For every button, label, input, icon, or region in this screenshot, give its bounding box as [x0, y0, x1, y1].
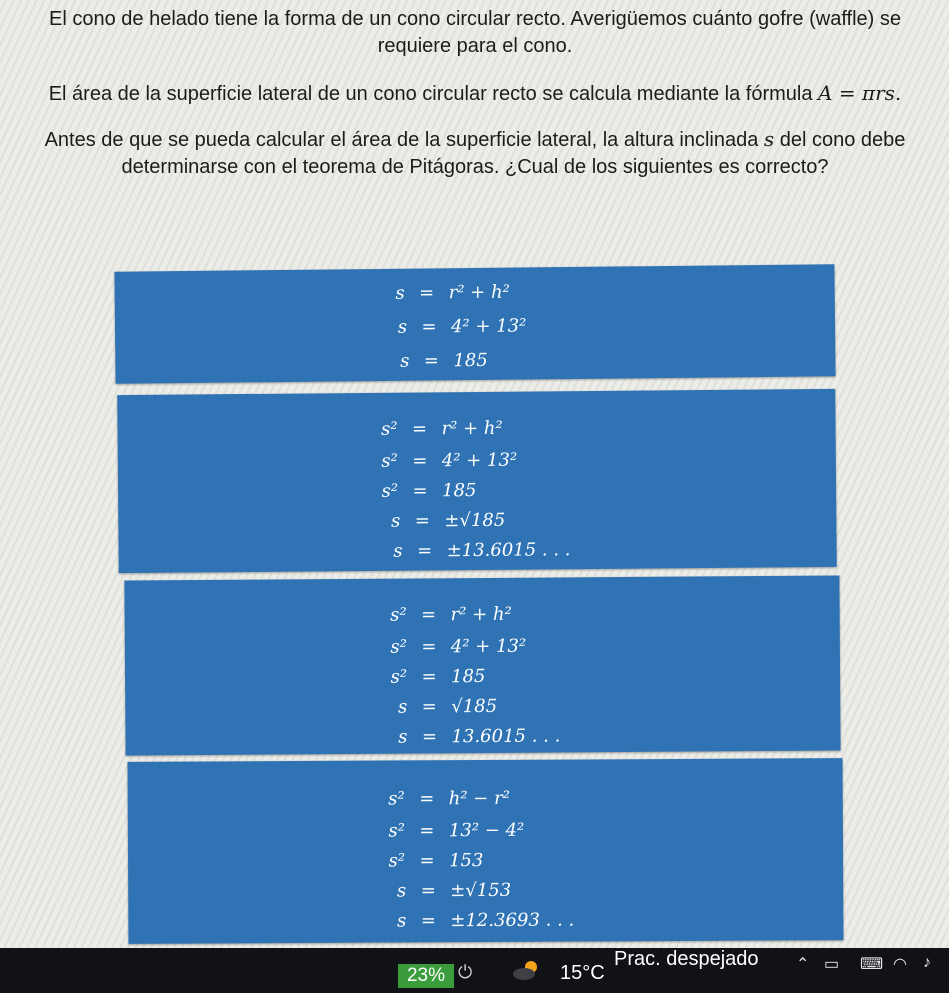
eq-rhs: ±√153	[450, 879, 512, 902]
eq-rhs: ±√185	[444, 509, 506, 532]
question-paragraph-2: El área de la superficie lateral de un c…	[20, 80, 930, 108]
eq-sign: =	[421, 666, 437, 688]
monitor-icon[interactable]: ▭	[824, 954, 839, 974]
equation-line: s² = r² + h²	[355, 417, 503, 440]
eq-lhs: s	[396, 880, 407, 902]
equation-line: s = 185	[367, 350, 488, 372]
eq-sign: =	[421, 726, 438, 748]
weather-cloud-sun-icon[interactable]	[512, 958, 542, 982]
eq-sign: =	[419, 282, 435, 304]
eq-sign: =	[412, 480, 428, 502]
question-text-a: Antes de que se pueda calcular el área d…	[44, 129, 759, 151]
eq-lhs: s²	[388, 820, 405, 842]
eq-lhs: s²	[381, 480, 399, 502]
answer-option-2[interactable]: s² = r² + h² s² = 4² + 13² s² = 185 s = ±√185 s =…	[117, 388, 837, 574]
equation-line: s = ±13.6015 . . .	[361, 539, 571, 562]
battery-indicator[interactable]: 23%	[398, 964, 454, 988]
eq-lhs: s	[397, 910, 407, 932]
eq-sign: =	[419, 788, 435, 810]
eq-rhs: ±13.6015 . . .	[446, 539, 571, 562]
eq-sign: =	[419, 850, 435, 872]
eq-sign: =	[421, 696, 437, 718]
eq-sign: =	[416, 540, 433, 562]
answer-option-4[interactable]: s² = h² − r² s² = 13² − 4² s² = 153 s = ±√153 s =…	[127, 758, 844, 944]
equation-line: s = √185	[365, 696, 497, 718]
equation-line: s² = 185	[356, 480, 477, 502]
eq-lhs: s	[395, 282, 405, 304]
speaker-icon[interactable]: ♪	[923, 954, 931, 972]
eq-rhs: √185	[451, 695, 498, 718]
answer-option-1[interactable]: s = r² + h² s = 4² + 13² s = 185	[114, 264, 836, 384]
temperature-label[interactable]: 15°C	[560, 962, 605, 985]
eq-lhs: s	[398, 726, 408, 748]
eq-sign: =	[421, 604, 437, 626]
equation-line: s² = 4² + 13²	[356, 449, 518, 472]
eq-rhs: 153	[448, 850, 484, 872]
eq-sign: =	[423, 350, 440, 372]
eq-lhs: s²	[390, 604, 407, 626]
eq-rhs: r² + h²	[450, 603, 512, 626]
eq-rhs: 4² + 13²	[450, 635, 527, 658]
eq-sign: =	[412, 450, 428, 472]
eq-lhs: s²	[390, 636, 407, 658]
wifi-icon[interactable]: ◠	[893, 954, 907, 974]
equation-line: s² = 4² + 13²	[365, 636, 526, 658]
equation-line: s = 4² + 13²	[365, 315, 527, 338]
equation-line: s = ±√185	[358, 510, 505, 532]
eq-rhs: 4² + 13²	[441, 449, 518, 472]
eq-rhs: 185	[441, 480, 477, 502]
answer-option-3[interactable]: s² = r² + h² s² = 4² + 13² s² = 185 s = √185 s = 1…	[124, 575, 841, 756]
equation-line: s = ±√153	[364, 880, 511, 902]
eq-lhs: s²	[388, 850, 406, 872]
question-paragraph-3: Antes de que se pueda calcular el área d…	[20, 126, 930, 181]
eq-sign: =	[420, 910, 436, 932]
equation-line: s² = 153	[363, 850, 484, 872]
eq-rhs: 13.6015 . . .	[451, 725, 561, 748]
equation-line: s = r² + h²	[363, 282, 510, 305]
lateral-area-formula: A = πrs.	[818, 81, 902, 105]
eq-lhs: s²	[390, 666, 408, 688]
weather-condition-label[interactable]: Prac. despejado	[614, 948, 759, 971]
keyboard-icon[interactable]: ⌨	[860, 954, 883, 974]
eq-sign: =	[421, 636, 437, 658]
eq-lhs: s	[393, 540, 403, 562]
eq-rhs: 185	[451, 665, 486, 688]
eq-rhs: 4² + 13²	[450, 315, 527, 338]
equation-line: s² = 13² − 4²	[363, 820, 524, 842]
chevron-up-icon[interactable]: ⌃	[796, 954, 809, 974]
equation-line: s = 13.6015 . . .	[365, 725, 560, 747]
eq-rhs: 185	[453, 349, 488, 372]
eq-lhs: s²	[381, 450, 398, 472]
eq-sign: =	[411, 418, 428, 440]
eq-rhs: 13² − 4²	[448, 819, 525, 842]
eq-lhs: s	[400, 350, 410, 372]
eq-sign: =	[414, 510, 430, 532]
eq-sign: =	[420, 880, 436, 902]
equation-line: s² = h² − r²	[363, 788, 510, 810]
eq-rhs: ±12.3693 . . .	[450, 909, 575, 932]
eq-sign: =	[419, 820, 435, 842]
eq-lhs: s	[397, 316, 408, 338]
eq-rhs: r² + h²	[441, 417, 503, 440]
windows-taskbar: 23% ⏻ 15°C Prac. despejado ⌃ ▭ ⌨ ◠ ♪	[0, 948, 949, 993]
formula-intro-text: El área de la superficie lateral de un c…	[48, 83, 813, 105]
equation-line: s² = 185	[365, 666, 486, 688]
eq-lhs: s²	[388, 788, 405, 810]
eq-rhs: r² + h²	[448, 281, 510, 304]
equation-line: s² = r² + h²	[365, 604, 512, 626]
eq-rhs: h² − r²	[448, 787, 510, 810]
equation-line: s = ±12.3693 . . .	[364, 910, 574, 932]
eq-lhs: s	[391, 510, 401, 532]
plug-icon: ⏻	[458, 962, 473, 982]
eq-lhs: s²	[381, 418, 398, 440]
eq-lhs: s	[397, 696, 408, 718]
question-paragraph-1: El cono de helado tiene la forma de un c…	[49, 8, 901, 57]
eq-sign: =	[421, 316, 437, 338]
slant-height-variable: s	[763, 127, 775, 151]
